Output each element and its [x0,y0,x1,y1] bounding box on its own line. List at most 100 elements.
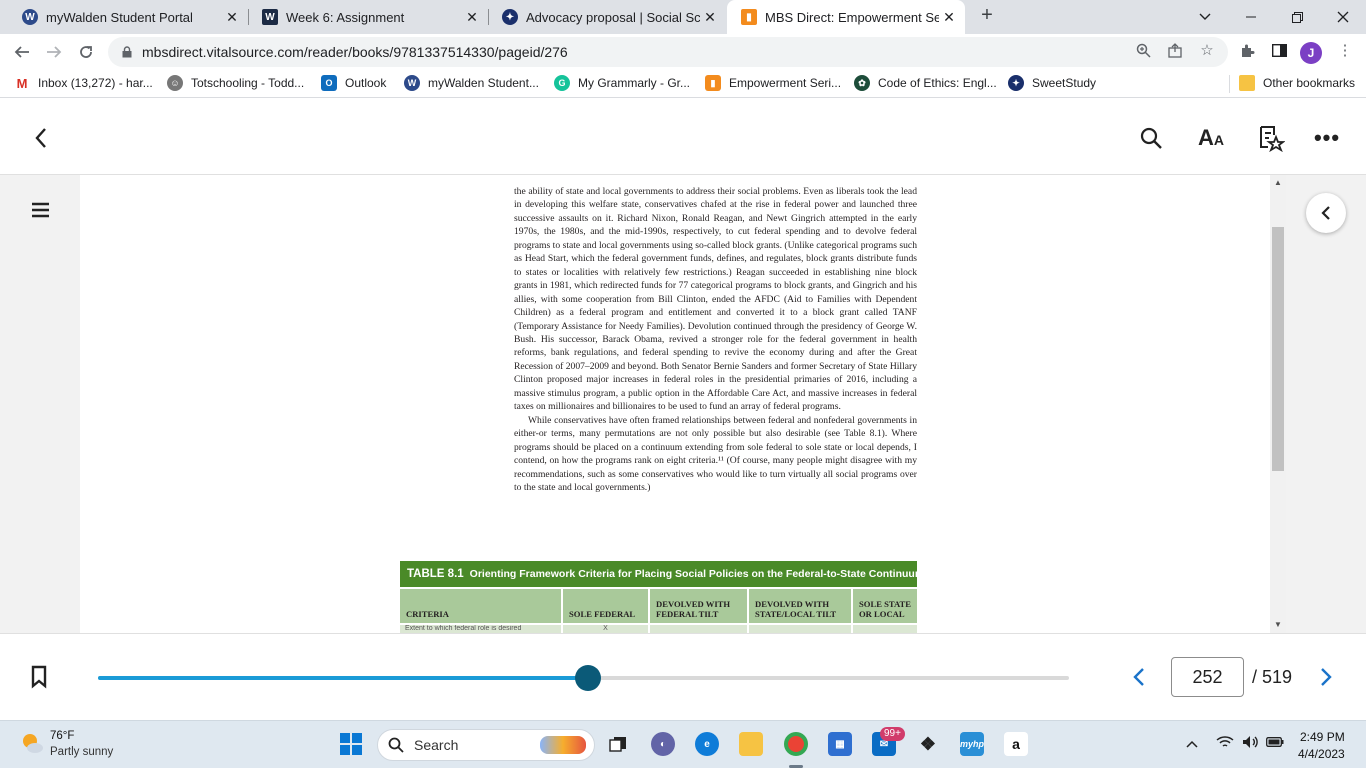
weather-description: Partly sunny [50,746,114,758]
hamburger-menu-icon [32,202,49,218]
table-of-contents-button[interactable] [30,201,52,221]
previous-page-button[interactable] [1127,664,1151,690]
slider-handle[interactable] [575,665,602,691]
text-size-icon: AA [1197,125,1224,150]
teams-chat-icon[interactable]: ◐ [651,732,675,756]
bookmark-label: SweetStudy [1032,76,1097,90]
outlook-icon: O [321,75,337,91]
dropbox-icon[interactable]: ❖ [916,732,940,756]
myhp-icon[interactable]: myhp [960,732,984,756]
tab-mbs-direct[interactable]: ▮ MBS Direct: Empowerment Series ✕ [727,0,965,34]
tab-search-chevron-icon[interactable] [1182,0,1228,34]
chevron-left-icon [1133,668,1144,686]
windows-start-icon[interactable] [339,732,363,756]
reader-header: AA ••• [0,99,1366,175]
table-header-cell: SOLE STATE OR LOCAL [853,589,917,623]
bookmark-grammarly[interactable]: G My Grammarly - Gr... [554,75,690,91]
new-tab-button[interactable]: + [976,4,998,30]
text-size-button[interactable]: AA [1196,123,1226,153]
page-number-input[interactable]: 252 [1171,657,1244,697]
profile-avatar[interactable]: J [1300,42,1322,64]
table-cell: X [563,625,648,633]
file-explorer-icon[interactable] [739,732,763,756]
bookmark-label: Code of Ethics: Engl... [878,76,997,90]
notebook-star-icon [1260,126,1285,152]
other-bookmarks-label: Other bookmarks [1263,76,1356,90]
show-hidden-icons-chevron-icon[interactable] [1186,735,1198,751]
page-progress-slider[interactable] [98,665,1069,691]
search-icon [388,737,404,753]
table-title: Orienting Framework Criteria for Placing… [469,568,925,580]
close-tab-icon[interactable]: ✕ [700,9,720,26]
tab-advocacy[interactable]: ✦ Advocacy proposal | Social Scienc ✕ [488,0,726,34]
minimize-button[interactable] [1228,0,1274,34]
close-tab-icon[interactable]: ✕ [462,9,482,26]
bookmark-label: Totschooling - Todd... [191,76,305,90]
table-row: Extent to which federal role is desired … [400,625,917,633]
bookmark-star-icon[interactable]: ☆ [1198,41,1216,59]
volume-icon[interactable] [1242,735,1260,752]
notes-button[interactable] [1256,123,1286,153]
close-window-button[interactable] [1320,0,1366,34]
grammarly-icon: G [554,75,570,91]
scrollbar-thumb[interactable] [1272,227,1284,471]
bookmark-empowerment[interactable]: ▮ Empowerment Seri... [705,75,841,91]
more-options-button[interactable]: ••• [1312,123,1342,153]
reader-viewport: the ability of state and local governmen… [0,175,1366,633]
reader-search-button[interactable] [1136,123,1166,153]
restore-button[interactable] [1274,0,1320,34]
table-cell [650,625,747,633]
chrome-menu-icon[interactable]: ⋮ [1336,41,1354,59]
tab-mywalden[interactable]: W myWalden Student Portal ✕ [8,0,248,34]
bookmark-sweetstudy[interactable]: ✦ SweetStudy [1008,75,1096,91]
tab-strip: W myWalden Student Portal ✕ W Week 6: As… [0,0,1366,34]
table-title-bar: TABLE 8.1 Orienting Framework Criteria f… [400,561,924,587]
walden-icon: W [404,75,420,91]
open-side-panel-button[interactable] [1306,193,1346,233]
clock-time[interactable]: 2:49 PM [1300,730,1345,744]
next-page-button[interactable] [1314,664,1338,690]
microsoft-store-icon[interactable]: ▦ [828,732,852,756]
chrome-icon[interactable] [784,732,808,756]
bookmark-totschooling[interactable]: ☺ Totschooling - Todd... [167,75,304,91]
lock-icon [120,45,134,59]
tab-title: myWalden Student Portal [46,9,193,25]
taskbar-search-box[interactable]: Search [377,729,595,761]
wifi-icon[interactable] [1216,735,1234,752]
reader-back-button[interactable] [26,123,56,153]
amazon-icon[interactable]: a [1004,732,1028,756]
gmail-icon: M [16,75,28,91]
page-scrollbar[interactable]: ▲ ▼ [1270,175,1286,633]
other-bookmarks[interactable]: Other bookmarks [1239,75,1355,91]
share-icon[interactable] [1166,41,1184,59]
bookmark-code-of-ethics[interactable]: ✿ Code of Ethics: Engl... [854,75,997,91]
battery-icon[interactable] [1266,735,1284,751]
scroll-up-arrow-icon[interactable]: ▲ [1274,179,1282,187]
bookmark-inbox[interactable]: M Inbox (13,272) - har... [14,75,153,91]
reload-button[interactable] [74,40,98,64]
table-header-cell: DEVOLVED WITH FEDERAL TILT [650,589,747,623]
tab-title: MBS Direct: Empowerment Series [765,9,939,25]
weather-sun-icon[interactable] [20,731,44,755]
table-cell [749,625,851,633]
task-view-icon[interactable] [606,732,630,756]
scroll-down-arrow-icon[interactable]: ▼ [1274,621,1282,629]
forward-button[interactable] [42,40,66,64]
back-button[interactable] [10,40,34,64]
extensions-icon[interactable] [1238,41,1256,59]
bookmark-outlook[interactable]: O Outlook [321,75,386,91]
side-panel-icon[interactable] [1270,41,1288,59]
edge-icon[interactable]: e [695,732,719,756]
bookmark-page-button[interactable] [30,665,52,691]
address-bar[interactable]: mbsdirect.vitalsource.com/reader/books/9… [108,37,1228,67]
bookmark-label: My Grammarly - Gr... [578,76,690,90]
zoom-icon[interactable] [1134,41,1152,59]
close-tab-icon[interactable]: ✕ [222,9,242,26]
close-tab-icon[interactable]: ✕ [939,9,959,26]
bookmark-mywalden[interactable]: W myWalden Student... [404,75,539,91]
tab-week6[interactable]: W Week 6: Assignment ✕ [248,0,488,34]
folder-icon [1239,75,1255,91]
clock-date[interactable]: 4/4/2023 [1298,747,1345,761]
reader-footer: 252 / 519 [0,633,1366,720]
table-cell [853,625,917,633]
